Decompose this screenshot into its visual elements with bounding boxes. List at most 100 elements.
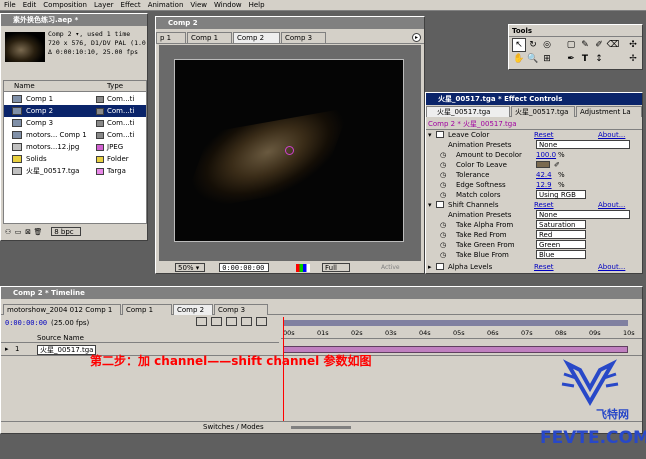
stopwatch-icon[interactable]: ◷	[440, 240, 446, 250]
menu-window[interactable]: Window	[214, 0, 242, 10]
trash-icon[interactable]: 🗑	[33, 226, 43, 240]
twirl-icon[interactable]: ▾	[428, 130, 432, 140]
stopwatch-icon[interactable]: ◷	[440, 150, 446, 160]
property-value[interactable]: 42.4	[536, 170, 552, 180]
effect-about[interactable]: About...	[598, 200, 625, 210]
axis-tool-icon[interactable]: ✣	[626, 39, 640, 53]
stopwatch-icon[interactable]: ◷	[440, 180, 446, 190]
stopwatch-icon[interactable]: ◷	[440, 160, 446, 170]
tab-tl-motorshow[interactable]: motorshow_2004 012 Comp 1	[3, 304, 121, 315]
timeline-title[interactable]: Comp 2 * Timeline	[1, 287, 642, 299]
motion-blur-icon[interactable]	[241, 317, 252, 326]
effect-about[interactable]: About...	[598, 262, 625, 272]
tab-tl-comp3[interactable]: Comp 3	[214, 304, 268, 315]
label-color-swatch[interactable]	[96, 168, 104, 175]
fx-enable-checkbox[interactable]	[436, 201, 444, 208]
project-item[interactable]: motors...12.jpg JPEG	[4, 141, 146, 153]
label-color-swatch[interactable]	[96, 144, 104, 151]
draft3d-icon[interactable]	[256, 317, 267, 326]
layer-expand-icon[interactable]: ▸	[5, 344, 9, 355]
effect-about[interactable]: About...	[598, 130, 625, 140]
new-comp-icon[interactable]: ⊠	[23, 226, 33, 240]
stopwatch-icon[interactable]: ◷	[440, 170, 446, 180]
tab-tl-comp2[interactable]: Comp 2	[173, 304, 213, 315]
property-select[interactable]: Blue	[536, 250, 586, 259]
project-item[interactable]: Comp 3 Com...ti	[4, 117, 146, 129]
project-item[interactable]: Comp 1 Com...ti	[4, 93, 146, 105]
eraser-tool-icon[interactable]: ⌫	[606, 39, 620, 53]
property-select[interactable]: None	[536, 140, 630, 149]
col-name-header[interactable]: Name	[14, 81, 35, 91]
comp-flowchart-icon[interactable]	[196, 317, 207, 326]
col-type-header[interactable]: Type	[107, 81, 123, 91]
puppet-tool-icon[interactable]: ↕	[592, 53, 606, 67]
switches-modes-toggle[interactable]: Switches / Modes	[203, 422, 264, 433]
shy-icon[interactable]	[211, 317, 222, 326]
property-value[interactable]: 100.0	[536, 150, 556, 160]
resolution-select[interactable]: Full	[322, 263, 350, 272]
label-color-swatch[interactable]	[96, 96, 104, 103]
zoom-tool-icon[interactable]: 🔍	[526, 53, 540, 67]
effect-reset[interactable]: Reset	[534, 200, 554, 210]
effect-reset[interactable]: Reset	[534, 130, 554, 140]
col-source-name[interactable]: Source Name	[37, 333, 84, 343]
current-time-indicator[interactable]	[283, 317, 284, 421]
tab-tl-comp1[interactable]: Comp 1	[122, 304, 172, 315]
tools-title[interactable]: Tools	[509, 25, 642, 37]
channel-colors-icon[interactable]	[296, 264, 310, 272]
stopwatch-icon[interactable]: ◷	[440, 220, 446, 230]
zoom-select[interactable]: 50% ▾	[175, 263, 205, 272]
tab-comp-2[interactable]: Comp 2	[233, 32, 280, 43]
stopwatch-icon[interactable]: ◷	[440, 230, 446, 240]
label-color-swatch[interactable]	[96, 132, 104, 139]
label-color-swatch[interactable]	[96, 120, 104, 127]
brush-tool-icon[interactable]: ✎	[578, 39, 592, 53]
timeline-timecode[interactable]: 0:00:00:00	[5, 319, 47, 327]
project-item[interactable]: Solids Folder	[4, 153, 146, 165]
effect-header[interactable]: ▾ Shift Channels Reset About...	[426, 200, 642, 210]
project-item[interactable]: Comp 2 Com...ti	[4, 105, 146, 117]
menu-file[interactable]: File	[4, 0, 16, 10]
comp-window-title[interactable]: Comp 2	[156, 17, 424, 29]
twirl-icon[interactable]: ▸	[428, 262, 432, 272]
property-select[interactable]: None	[536, 210, 630, 219]
label-color-swatch[interactable]	[96, 108, 104, 115]
tab-effect-2[interactable]: 火星_00517.tga	[511, 106, 575, 117]
property-select[interactable]: Using RGB	[536, 190, 586, 199]
menu-layer[interactable]: Layer	[94, 0, 114, 10]
property-select[interactable]: Saturation	[536, 220, 586, 229]
menu-animation[interactable]: Animation	[148, 0, 184, 10]
stopwatch-icon[interactable]: ◷	[440, 250, 446, 260]
tab-comp-1[interactable]: Comp 1	[187, 32, 232, 43]
clone-stamp-icon[interactable]: ✐	[592, 39, 606, 53]
fx-enable-checkbox[interactable]	[436, 131, 444, 138]
frame-blend-icon[interactable]	[226, 317, 237, 326]
tab-comp-3[interactable]: Comp 3	[281, 32, 326, 43]
effect-header[interactable]: ▸ Alpha Levels Reset About...	[426, 262, 642, 272]
selection-tool-icon[interactable]: ↖	[512, 38, 526, 52]
effect-header[interactable]: ▾ Leave Color Reset About...	[426, 130, 642, 140]
mask-tool-icon[interactable]: ▢	[564, 39, 578, 53]
menu-edit[interactable]: Edit	[23, 0, 37, 10]
comp-timecode[interactable]: 0:00:00:00	[219, 263, 270, 272]
twirl-icon[interactable]: ▾	[428, 200, 432, 210]
project-item[interactable]: 火星_00517.tga Targa	[4, 165, 146, 177]
comp-menu-arrow-icon[interactable]: ▸	[412, 33, 421, 42]
color-swatch[interactable]	[536, 161, 550, 168]
interpret-footage-icon[interactable]: ⚇	[3, 226, 13, 240]
rotation-tool-icon[interactable]: ↻	[526, 39, 540, 53]
camera-orbit-icon[interactable]: ◎	[540, 39, 554, 53]
tab-effect-1[interactable]: 火星_00517.tga	[426, 106, 510, 117]
tab-comp-p1[interactable]: p 1	[156, 32, 186, 43]
property-select[interactable]: Green	[536, 240, 586, 249]
pan-behind-icon[interactable]: ⊞	[540, 53, 554, 67]
eyedropper-icon[interactable]: ✐	[554, 160, 560, 170]
new-folder-icon[interactable]: ▭	[13, 226, 23, 240]
work-area-bar[interactable]	[283, 320, 628, 326]
project-title[interactable]: 素外换色练习.aep *	[1, 14, 147, 26]
local-axis-icon[interactable]: ✢	[626, 53, 640, 67]
tab-effect-3[interactable]: Adjustment La	[576, 106, 642, 117]
property-value[interactable]: 12.9	[536, 180, 552, 190]
menu-effect[interactable]: Effect	[121, 0, 141, 10]
label-color-swatch[interactable]	[96, 156, 104, 163]
